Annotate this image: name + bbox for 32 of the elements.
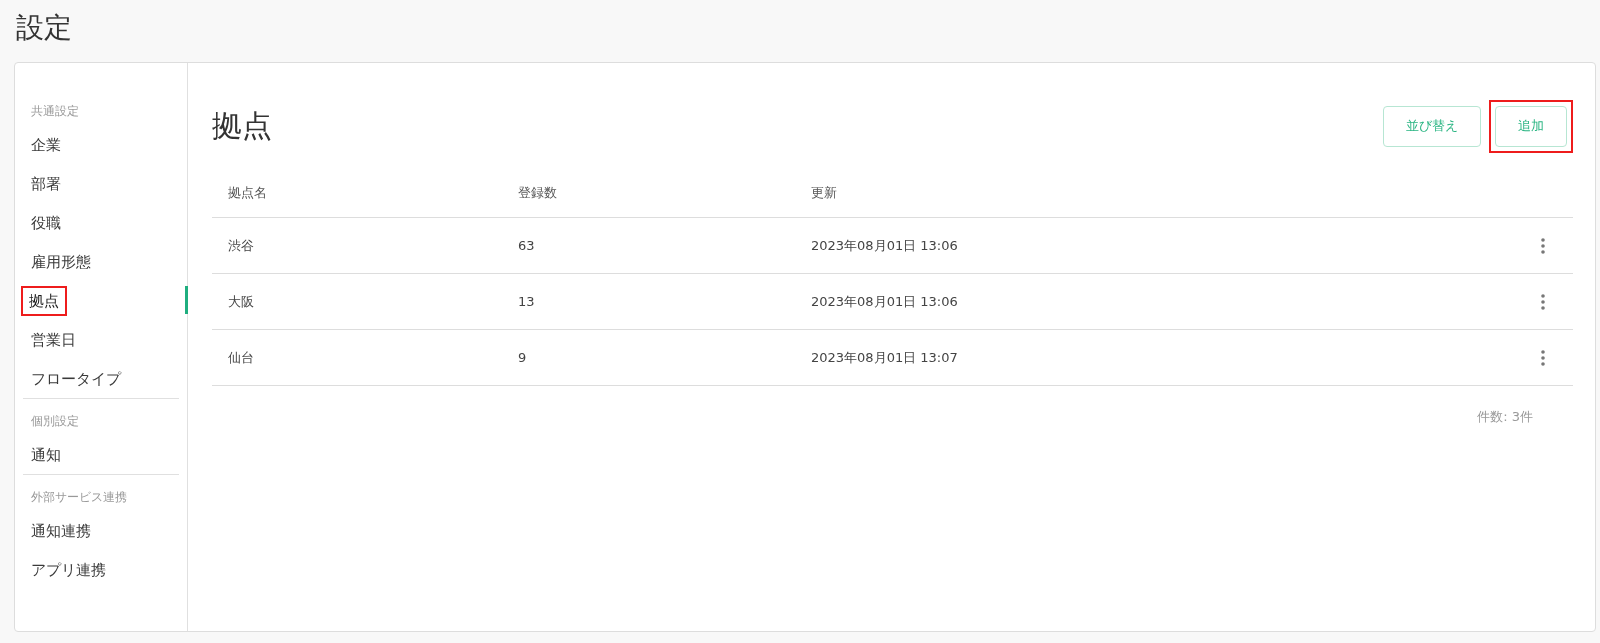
section-title: 拠点 [212, 106, 272, 145]
sidebar-item[interactable]: 拠点 [21, 285, 67, 316]
column-header: 登録数 [518, 184, 558, 202]
sidebar-item[interactable]: 役職 [23, 207, 69, 238]
sidebar-heading: 共通設定 [30, 103, 80, 120]
column-header: 更新 [811, 184, 838, 202]
column-header: 拠点名 [228, 184, 268, 202]
more-icon [1541, 293, 1545, 310]
table-cell-text: 2023年08月01日 13:06 [811, 236, 959, 255]
table-cell-text: 13 [518, 294, 536, 309]
sidebar-heading: 個別設定 [30, 413, 80, 430]
sidebar-item[interactable]: 通知 [23, 439, 69, 470]
sidebar-heading: 外部サービス連携 [30, 489, 128, 506]
table-cell-text: 2023年08月01日 13:06 [811, 292, 959, 311]
table-cell-text: 2023年08月01日 13:07 [811, 348, 959, 367]
sidebar-item[interactable]: 雇用形態 [23, 246, 99, 277]
sidebar-item[interactable]: 営業日 [23, 324, 84, 355]
more-icon [1541, 237, 1545, 254]
table-cell-text: 仙台 [228, 348, 255, 367]
record-count: 件数: 3件 [1477, 408, 1533, 426]
sidebar-item[interactable]: 企業 [23, 129, 69, 160]
more-icon [1541, 349, 1545, 366]
sidebar-item[interactable]: 通知連携 [23, 515, 99, 546]
table-cell-text: 渋谷 [228, 236, 255, 255]
page-title: 設定 [16, 10, 73, 46]
table-cell-text: 63 [518, 238, 536, 253]
table-cell-text: 大阪 [228, 292, 255, 311]
sidebar-item[interactable]: 部署 [23, 168, 69, 199]
table-cell-text: 9 [518, 350, 528, 365]
active-indicator [185, 286, 188, 314]
sidebar-item[interactable]: アプリ連携 [23, 554, 114, 585]
sidebar-item[interactable]: フロータイプ [23, 363, 129, 394]
